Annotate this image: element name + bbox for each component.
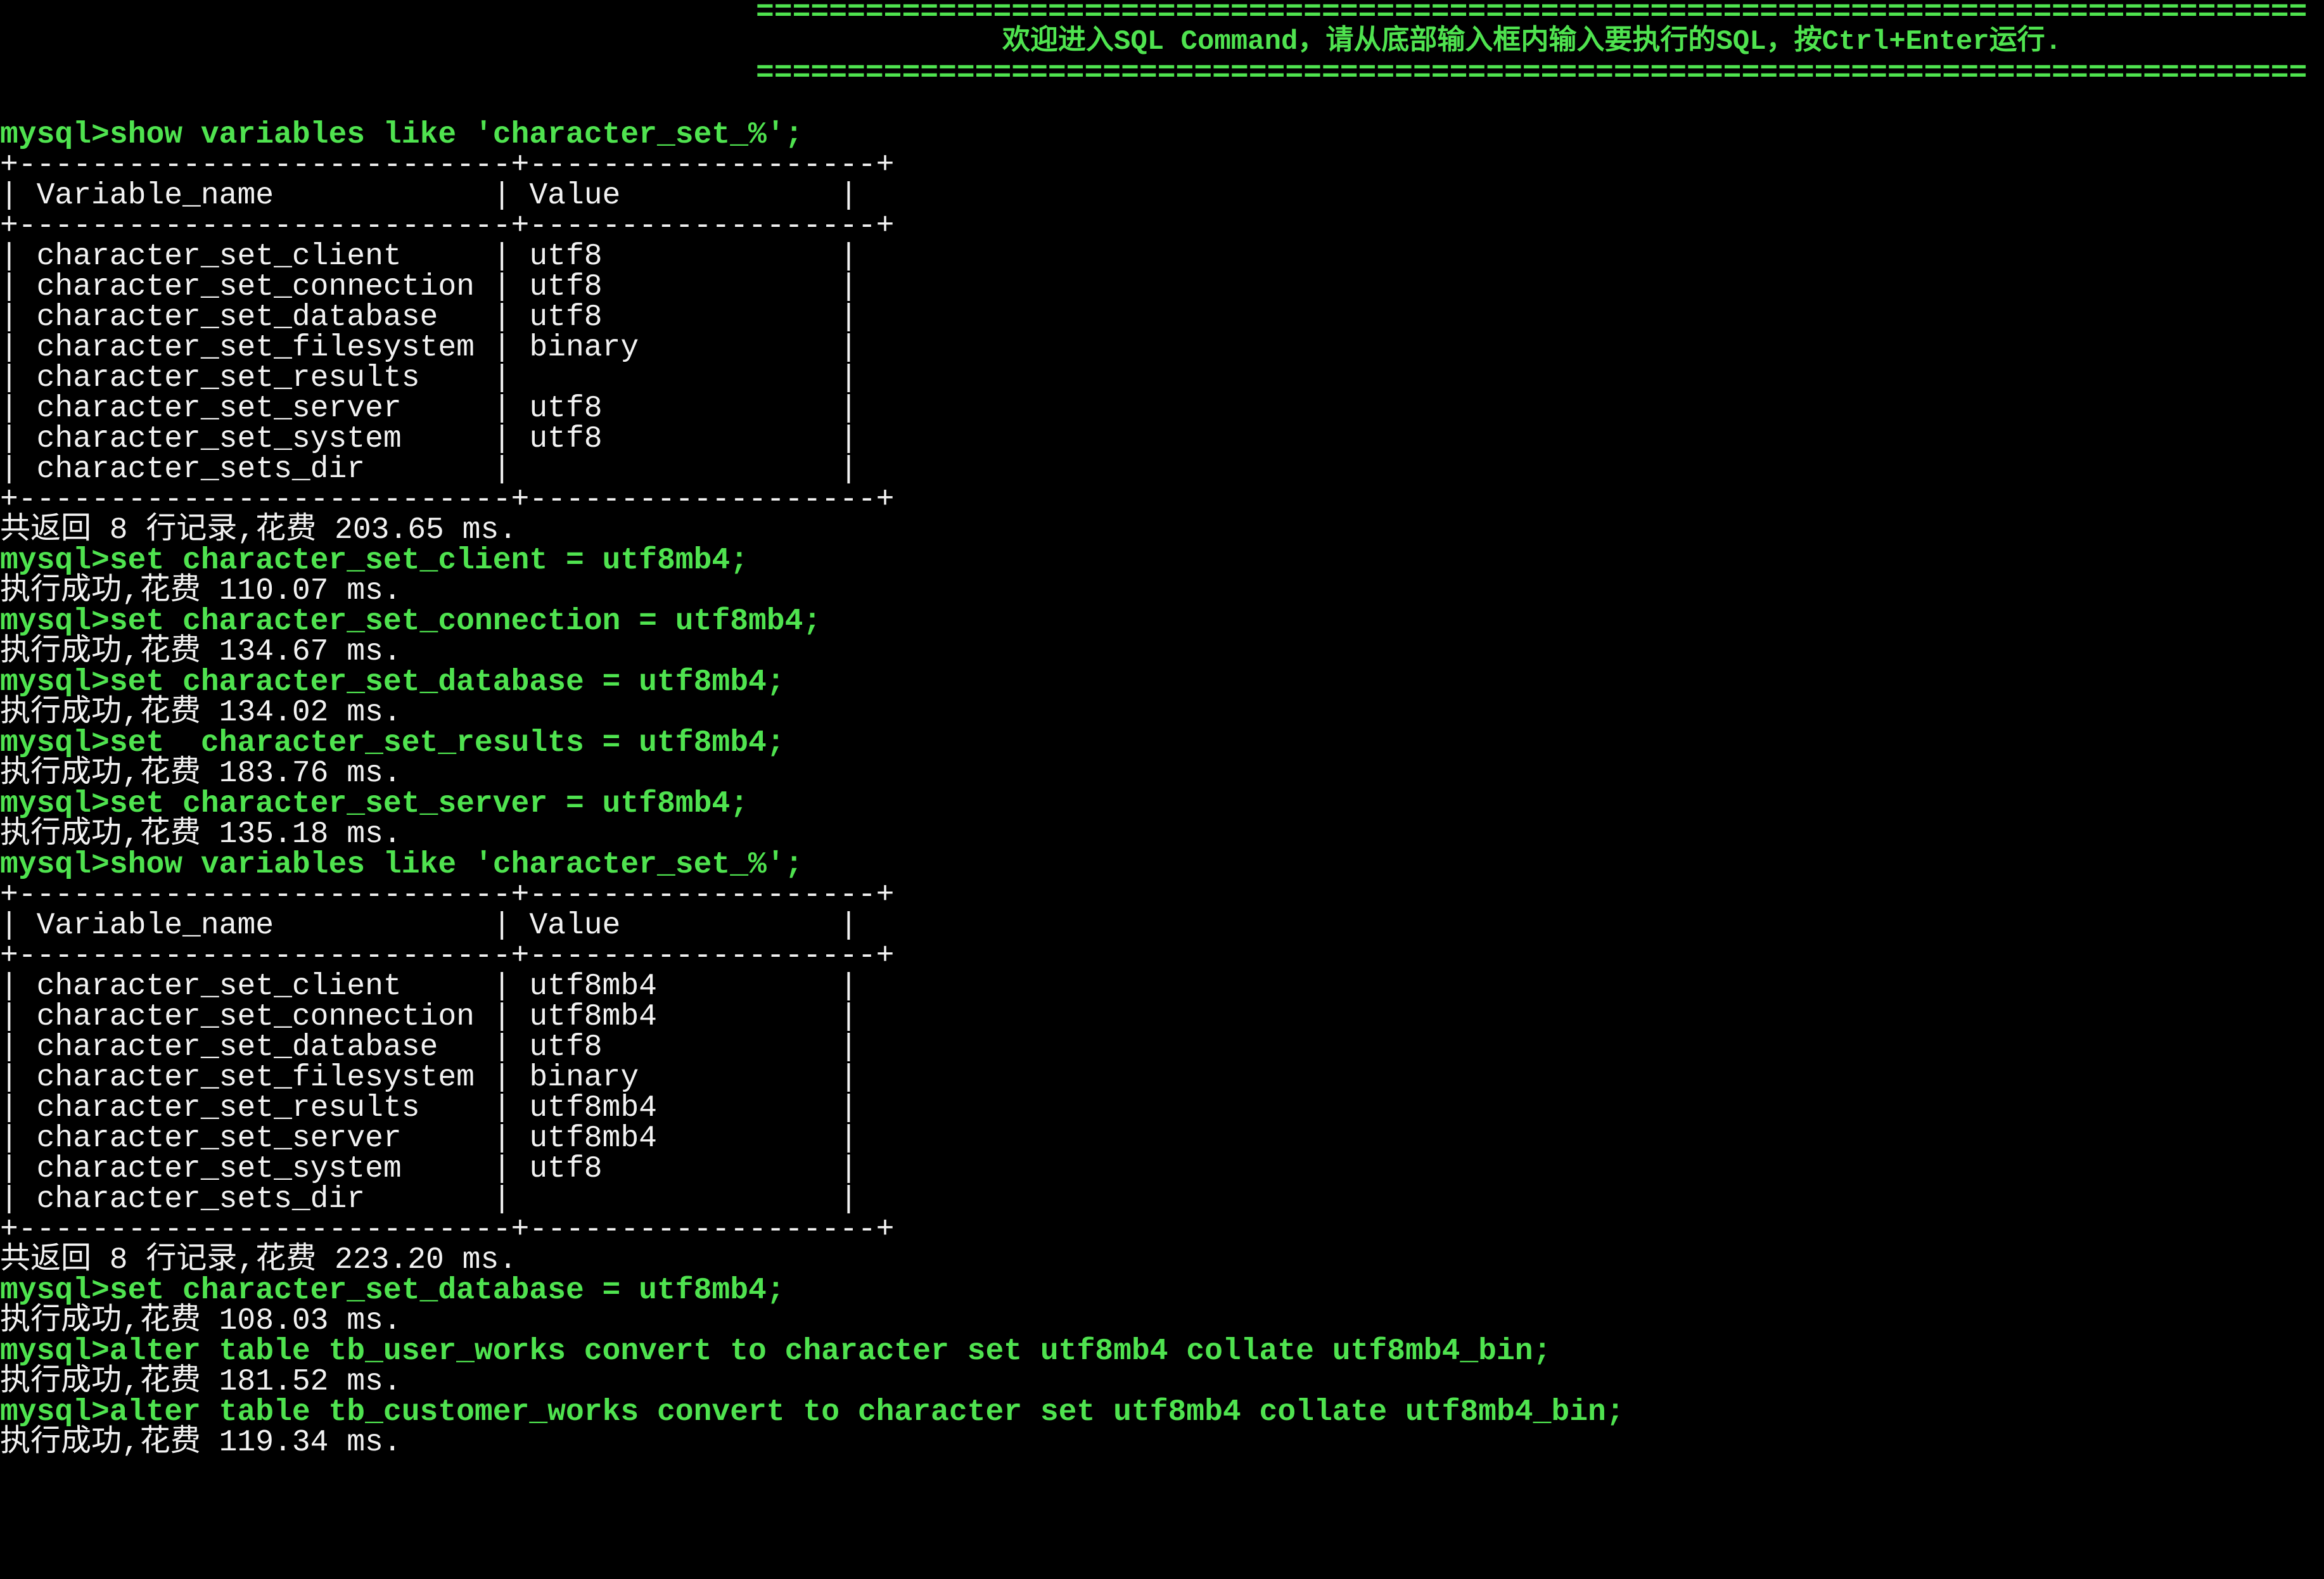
sql-command: set character_set_results = utf8mb4; <box>109 726 785 760</box>
mysql-prompt: mysql> <box>0 1274 110 1308</box>
command-line: mysql>show variables like 'character_set… <box>0 120 2324 150</box>
table-row: | character_set_database | utf8 | <box>0 1030 858 1064</box>
command-line: mysql>set character_set_server = utf8mb4… <box>0 789 2324 819</box>
command-line: mysql>set character_set_connection = utf… <box>0 606 2324 637</box>
table-row: | character_set_system | utf8 | <box>0 1152 858 1186</box>
command-line: mysql>set character_set_database = utf8m… <box>0 667 2324 698</box>
mysql-prompt: mysql> <box>0 848 110 882</box>
table-row: | character_sets_dir | | <box>0 452 858 487</box>
execution-status: 执行成功,花费 183.76 ms. <box>0 757 402 791</box>
sql-command: set character_set_database = utf8mb4; <box>109 1274 785 1308</box>
execution-status: 共返回 8 行记录,花费 223.20 ms. <box>0 1243 518 1277</box>
command-line: mysql>set character_set_client = utf8mb4… <box>0 546 2324 576</box>
table-border: +---------------------------+-----------… <box>0 1213 895 1247</box>
table-row: | character_set_server | utf8 | <box>0 392 858 426</box>
mysql-prompt: mysql> <box>0 1395 110 1429</box>
banner-bottom-rule: ========================================… <box>756 58 2308 89</box>
table-border: +---------------------------+-----------… <box>0 483 895 517</box>
table-row: | character_set_filesystem | binary | <box>0 1061 858 1095</box>
sql-command: set character_set_database = utf8mb4; <box>109 665 785 700</box>
table-row: | character_set_results | utf8mb4 | <box>0 1091 858 1125</box>
table-row: | character_set_results | | <box>0 361 858 395</box>
sql-command: show variables like 'character_set_%'; <box>109 118 803 152</box>
mysql-prompt: mysql> <box>0 604 110 639</box>
sql-command: set character_set_connection = utf8mb4; <box>109 604 822 639</box>
execution-status: 执行成功,花费 134.02 ms. <box>0 696 402 730</box>
table-header-row: | Variable_name | Value | <box>0 909 858 943</box>
sql-command: set character_set_client = utf8mb4; <box>109 544 748 578</box>
table-row: | character_set_connection | utf8 | <box>0 270 858 304</box>
table-row: | character_set_client | utf8mb4 | <box>0 969 858 1004</box>
sql-command: alter table tb_customer_works convert to… <box>109 1395 1625 1429</box>
table-row: | character_sets_dir | | <box>0 1182 858 1217</box>
table-row: | character_set_system | utf8 | <box>0 422 858 456</box>
table-border: +---------------------------+-----------… <box>0 878 895 912</box>
mysql-prompt: mysql> <box>0 787 110 821</box>
command-line: mysql>alter table tb_customer_works conv… <box>0 1397 2324 1428</box>
mysql-prompt: mysql> <box>0 544 110 578</box>
table-border: +---------------------------+-----------… <box>0 148 895 182</box>
execution-status: 执行成功,花费 110.07 ms. <box>0 574 402 608</box>
execution-status: 执行成功,花费 119.34 ms. <box>0 1426 402 1460</box>
table-row: | character_set_database | utf8 | <box>0 300 858 335</box>
sql-command: set character_set_server = utf8mb4; <box>109 787 748 821</box>
command-line: mysql>set character_set_results = utf8mb… <box>0 728 2324 758</box>
command-line: mysql>set character_set_database = utf8m… <box>0 1275 2324 1306</box>
command-line: mysql>alter table tb_user_works convert … <box>0 1336 2324 1367</box>
sql-command: show variables like 'character_set_%'; <box>109 848 803 882</box>
table-row: | character_set_client | utf8 | <box>0 240 858 274</box>
command-line: mysql>show variables like 'character_set… <box>0 850 2324 880</box>
execution-status: 共返回 8 行记录,花费 203.65 ms. <box>0 513 518 547</box>
mysql-prompt: mysql> <box>0 726 110 760</box>
table-border: +---------------------------+-----------… <box>0 939 895 973</box>
table-border: +---------------------------+-----------… <box>0 209 895 243</box>
execution-status: 执行成功,花费 181.52 ms. <box>0 1365 402 1399</box>
banner-top-rule: ========================================… <box>756 0 2308 28</box>
sql-command: alter table tb_user_works convert to cha… <box>109 1334 1552 1369</box>
execution-status: 执行成功,花费 134.67 ms. <box>0 635 402 669</box>
mysql-prompt: mysql> <box>0 118 110 152</box>
table-row: | character_set_server | utf8mb4 | <box>0 1122 858 1156</box>
table-row: | character_set_filesystem | binary | <box>0 331 858 365</box>
table-header-row: | Variable_name | Value | <box>0 179 858 213</box>
banner-welcome-message: 欢迎进入SQL Command，请从底部输入框内输入要执行的SQL，按Ctrl+… <box>1002 26 2062 58</box>
mysql-prompt: mysql> <box>0 665 110 700</box>
execution-status: 执行成功,花费 135.18 ms. <box>0 817 402 852</box>
table-row: | character_set_connection | utf8mb4 | <box>0 1000 858 1034</box>
sql-console-output: mysql>show variables like 'character_set… <box>0 120 2324 1458</box>
execution-status: 执行成功,花费 108.03 ms. <box>0 1304 402 1338</box>
mysql-prompt: mysql> <box>0 1334 110 1369</box>
